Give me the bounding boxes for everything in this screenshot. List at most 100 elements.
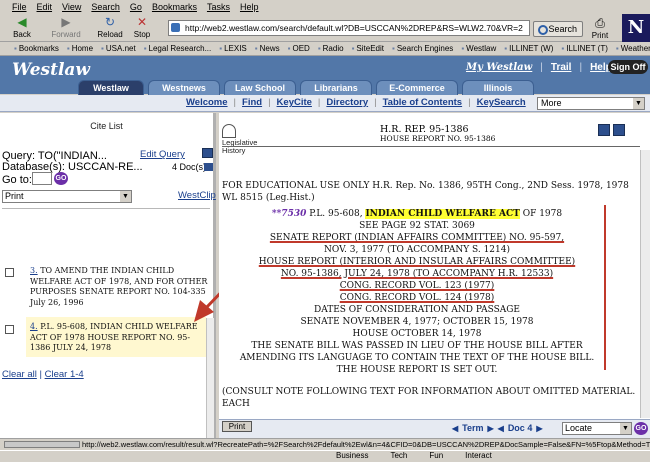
cite-list-heading: Cite List bbox=[90, 121, 123, 131]
result-number[interactable]: 4. bbox=[30, 322, 38, 331]
result-text[interactable]: TO AMEND THE INDIAN CHILD WELFARE ACT OF… bbox=[30, 266, 207, 307]
act-year: OF 1978 bbox=[522, 209, 563, 219]
subnav-keysearch[interactable]: KeySearch bbox=[477, 97, 526, 108]
edit-query-link[interactable]: Edit Query bbox=[140, 149, 185, 160]
sign-off-button[interactable]: Sign Off bbox=[608, 60, 648, 74]
menu-tasks[interactable]: Tasks bbox=[207, 2, 230, 12]
go-button[interactable]: GO bbox=[54, 172, 68, 185]
list-item[interactable]: 3. TO AMEND THE INDIAN CHILD WELFARE ACT… bbox=[30, 266, 208, 308]
browser-print-button[interactable]: ⎙ Print bbox=[588, 16, 612, 40]
bookmark-item[interactable]: Weather bbox=[616, 44, 650, 53]
menu-go[interactable]: Go bbox=[130, 2, 142, 12]
bookmark-item[interactable]: OED bbox=[288, 44, 309, 53]
menu-help[interactable]: Help bbox=[240, 2, 259, 12]
report-set-out: THE HOUSE REPORT IS SET OUT. bbox=[336, 365, 498, 375]
history-icon[interactable] bbox=[204, 163, 213, 171]
bookmark-item[interactable]: USA.net bbox=[101, 44, 136, 53]
toolbar-fun[interactable]: Fun bbox=[429, 451, 443, 460]
menu-file[interactable]: File bbox=[12, 2, 27, 12]
menu-bookmarks[interactable]: Bookmarks bbox=[152, 2, 197, 12]
status-bar: http://web2.westlaw.com/result/result.wl… bbox=[0, 438, 650, 450]
tab-illinois[interactable]: Illinois bbox=[462, 80, 534, 95]
back-arrow-icon: ◀ bbox=[17, 15, 27, 29]
forward-arrow-icon: ▶ bbox=[61, 15, 71, 29]
bookmark-item[interactable]: ILLINET (T) bbox=[561, 44, 608, 53]
result-number[interactable]: 3. bbox=[30, 266, 38, 275]
tab-librarians[interactable]: Librarians bbox=[300, 80, 372, 95]
back-button[interactable]: ◀ Back bbox=[6, 16, 38, 39]
reload-icon: ↻ bbox=[104, 15, 116, 29]
header-links: My Westlaw | Trail | Help | bbox=[466, 62, 622, 73]
goto-input[interactable] bbox=[32, 172, 52, 185]
capitol-icon bbox=[222, 124, 236, 138]
bookmark-item[interactable]: ILLINET (W) bbox=[504, 44, 553, 53]
tab-westnews[interactable]: Westnews bbox=[148, 80, 220, 95]
menu-edit[interactable]: Edit bbox=[37, 2, 53, 12]
tab-westlaw[interactable]: Westlaw bbox=[78, 80, 144, 95]
subnav-directory[interactable]: Directory bbox=[326, 97, 368, 108]
page-icon bbox=[171, 23, 180, 32]
prev-term-icon[interactable]: ◀ bbox=[452, 424, 458, 433]
document-scrollbar[interactable] bbox=[640, 150, 650, 418]
cong-rec-2: CONG. RECORD VOL. 124 (1978) bbox=[339, 293, 495, 303]
next-term-icon[interactable]: ▶ bbox=[488, 424, 494, 433]
menu-view[interactable]: View bbox=[62, 2, 81, 12]
toolbar-interact[interactable]: Interact bbox=[465, 451, 492, 460]
more-select[interactable]: More ▼ bbox=[537, 97, 645, 110]
subnav-welcome[interactable]: Welcome bbox=[186, 97, 228, 108]
bookmark-item[interactable]: Westlaw bbox=[461, 44, 496, 53]
term-doc-nav: ◀ Term ▶ ◀ Doc 4 ▶ bbox=[452, 423, 542, 433]
subnav-keycite[interactable]: KeyCite bbox=[277, 97, 312, 108]
bookmark-item[interactable]: Legal Research... bbox=[144, 44, 212, 53]
clear-all-link[interactable]: Clear all bbox=[2, 369, 37, 380]
list-item[interactable]: 4. P.L. 95-608, INDIAN CHILD WELFARE ACT… bbox=[30, 322, 208, 354]
bookmark-item[interactable]: Home bbox=[67, 44, 93, 53]
divider bbox=[222, 146, 640, 147]
bookmark-item[interactable]: LEXIS bbox=[219, 44, 247, 53]
westlaw-logo[interactable]: Westlaw bbox=[12, 60, 90, 80]
bookmark-item[interactable]: Bookmarks bbox=[14, 44, 59, 53]
document-tools bbox=[598, 124, 625, 136]
result-checkbox[interactable] bbox=[5, 325, 14, 334]
tab-e-commerce[interactable]: E-Commerce bbox=[376, 80, 458, 95]
result-text[interactable]: P.L. 95-608, INDIAN CHILD WELFARE ACT OF… bbox=[30, 322, 198, 352]
bookmark-item[interactable]: Search Engines bbox=[392, 44, 453, 53]
list-icon[interactable] bbox=[598, 124, 610, 136]
doc-label: Doc 4 bbox=[507, 423, 533, 433]
browser-search-button[interactable]: Search bbox=[533, 21, 583, 37]
house-no: NO. 95-1386, JULY 24, 1978 (TO ACCOMPANY… bbox=[280, 269, 554, 279]
reload-button[interactable]: ↻ Reload bbox=[94, 16, 126, 39]
locate-go-button[interactable]: GO bbox=[634, 422, 648, 435]
tab-law-school[interactable]: Law School bbox=[224, 80, 296, 95]
senate-report: SENATE REPORT (INDIAN AFFAIRS COMMITTEE)… bbox=[269, 233, 565, 243]
result-checkbox[interactable] bbox=[5, 268, 14, 277]
bookmark-item[interactable]: News bbox=[255, 44, 280, 53]
my-westlaw-link[interactable]: My Westlaw bbox=[466, 62, 532, 73]
frame-icon[interactable] bbox=[613, 124, 625, 136]
act-name-highlight: INDIAN CHILD WELFARE ACT bbox=[365, 209, 520, 219]
clear-range-link[interactable]: Clear 1-4 bbox=[45, 369, 84, 380]
title-line: **7530 P.L. 95-608, INDIAN CHILD WELFARE… bbox=[222, 208, 612, 220]
separator: | bbox=[540, 62, 543, 73]
list-icon[interactable] bbox=[202, 148, 213, 158]
address-bar[interactable]: http://web2.westlaw.com/search/default.w… bbox=[168, 20, 530, 36]
left-scrollbar[interactable] bbox=[206, 318, 214, 438]
stop-button[interactable]: ✕ Stop bbox=[126, 16, 158, 39]
prev-doc-icon[interactable]: ◀ bbox=[498, 424, 504, 433]
locate-select[interactable]: Locate ▼ bbox=[562, 422, 632, 435]
print-button[interactable]: Print bbox=[222, 421, 252, 432]
bookmark-item[interactable]: SiteEdit bbox=[352, 44, 384, 53]
trail-link[interactable]: Trail bbox=[551, 62, 572, 73]
westclip-link[interactable]: WestClip bbox=[178, 190, 216, 201]
browser-menubar: File Edit View Search Go Bookmarks Tasks… bbox=[0, 0, 650, 14]
print-select[interactable]: Print ▼ bbox=[2, 190, 132, 203]
clear-links: Clear all | Clear 1-4 bbox=[2, 369, 84, 380]
bookmark-item[interactable]: Radio bbox=[318, 44, 344, 53]
subnav-find[interactable]: Find bbox=[242, 97, 262, 108]
subnav-table-of-contents[interactable]: Table of Contents bbox=[383, 97, 463, 108]
toolbar-business[interactable]: Business bbox=[336, 451, 368, 460]
menu-search[interactable]: Search bbox=[91, 2, 120, 12]
next-doc-icon[interactable]: ▶ bbox=[536, 424, 542, 433]
forward-button[interactable]: ▶ Forward bbox=[50, 16, 82, 39]
toolbar-tech[interactable]: Tech bbox=[390, 451, 407, 460]
